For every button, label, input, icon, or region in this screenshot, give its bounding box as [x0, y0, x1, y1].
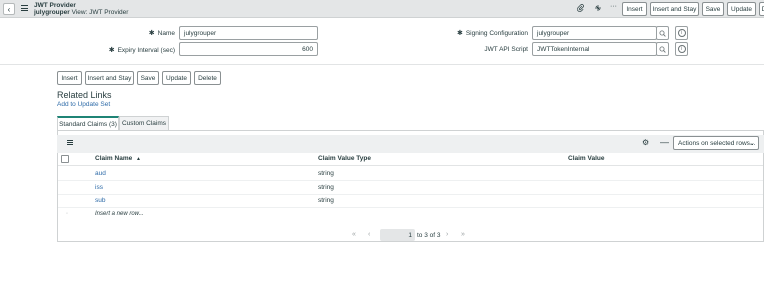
view-label: View: JWT Provider	[71, 9, 129, 16]
form-title: JWT Provider	[34, 2, 76, 9]
name-label: ✱ Name	[148, 30, 175, 37]
last-page-icon[interactable]: »	[461, 231, 465, 238]
insert-new-row[interactable]: Insert a new row...	[95, 211, 144, 217]
column-header-claim-value[interactable]: Claim Value	[568, 155, 605, 162]
list-toolbar	[57, 135, 764, 153]
header-insert-stay-button[interactable]: Insert and Stay	[650, 2, 699, 16]
header-divider	[58, 165, 763, 166]
header-save-button[interactable]: Save	[702, 2, 724, 16]
update-button[interactable]: Update	[162, 71, 191, 85]
actions-select[interactable]: Actions on selected rows... ⌄	[673, 136, 759, 150]
first-page-icon[interactable]: «	[352, 231, 356, 238]
next-page-icon[interactable]: ›	[446, 231, 448, 238]
header-insert-button[interactable]: Insert	[622, 2, 647, 16]
gear-icon[interactable]: ⚙	[642, 138, 649, 147]
column-header-claim-value-type[interactable]: Claim Value Type	[318, 155, 371, 162]
sort-up-icon: ▲	[136, 156, 141, 162]
claim-name-aud[interactable]: aud	[95, 170, 106, 177]
form-subtitle: julygrouper View: JWT Provider	[34, 9, 128, 16]
api-script-field[interactable]: JWTTokenInternal	[532, 42, 657, 56]
more-icon[interactable]: ···	[610, 3, 617, 10]
insert-button[interactable]: Insert	[57, 71, 82, 85]
row-divider	[58, 180, 763, 181]
tab-standard-claims[interactable]: Standard Claims (3)	[57, 116, 119, 130]
page-number-input[interactable]: 1	[380, 229, 415, 241]
new-row-marker: ◦	[66, 211, 69, 217]
expiry-label: ✱ Expiry Interval (sec)	[108, 47, 175, 54]
claim-type-sub[interactable]: string	[318, 197, 334, 204]
actions-select-value: Actions on selected rows...	[678, 139, 756, 147]
insert-stay-button[interactable]: Insert and Stay	[85, 71, 134, 85]
row-divider	[58, 207, 763, 208]
signing-config-label: ✱ Signing Configuration	[456, 30, 528, 37]
back-button[interactable]: ‹	[3, 3, 15, 15]
delete-button[interactable]: Delete	[194, 71, 221, 85]
prev-page-icon[interactable]: ‹	[368, 231, 370, 238]
required-icon: ✱	[148, 30, 155, 37]
save-button[interactable]: Save	[137, 71, 159, 85]
claim-name-sub[interactable]: sub	[95, 197, 105, 204]
tab-custom-claims[interactable]: Custom Claims	[119, 116, 169, 130]
info-icon: i	[677, 29, 686, 37]
add-to-update-set-link[interactable]: Add to Update Set	[57, 101, 110, 108]
claim-type-aud[interactable]: string	[318, 170, 334, 177]
select-all-checkbox[interactable]	[61, 155, 69, 163]
header-delete-button[interactable]: D	[759, 2, 764, 16]
related-links-title: Related Links	[57, 90, 112, 100]
script-info-button[interactable]: i	[675, 42, 688, 56]
list-menu-icon[interactable]	[67, 140, 73, 145]
required-icon: ✱	[456, 30, 463, 37]
search-icon	[659, 30, 666, 37]
row-divider	[58, 194, 763, 195]
info-icon: i	[677, 45, 686, 53]
expiry-field[interactable]: 600	[179, 42, 318, 56]
settings-icon[interactable]	[594, 4, 602, 14]
back-icon: ‹	[7, 4, 11, 14]
paperclip-icon[interactable]	[577, 4, 584, 14]
signing-lookup-button[interactable]	[656, 26, 669, 40]
required-icon: ✱	[108, 47, 115, 54]
signing-config-field[interactable]: julygrouper	[532, 26, 657, 40]
search-icon	[659, 46, 666, 53]
column-header-claim-name[interactable]: Claim Name ▲	[95, 155, 141, 162]
claim-type-iss[interactable]: string	[318, 184, 334, 191]
name-field[interactable]: julygrouper	[179, 26, 318, 40]
minus-icon[interactable]: —	[660, 137, 669, 147]
signing-info-button[interactable]: i	[675, 26, 688, 40]
menu-icon[interactable]	[21, 5, 28, 11]
chevron-down-icon: ⌄	[749, 140, 755, 147]
claim-name-iss[interactable]: iss	[95, 184, 103, 191]
header-update-button[interactable]: Update	[727, 2, 756, 16]
divider	[0, 64, 764, 65]
record-name: julygrouper	[34, 9, 70, 16]
api-script-label: JWT API Script	[484, 46, 528, 53]
page-range-text: to 3 of 3	[417, 232, 441, 239]
script-lookup-button[interactable]	[656, 42, 669, 56]
